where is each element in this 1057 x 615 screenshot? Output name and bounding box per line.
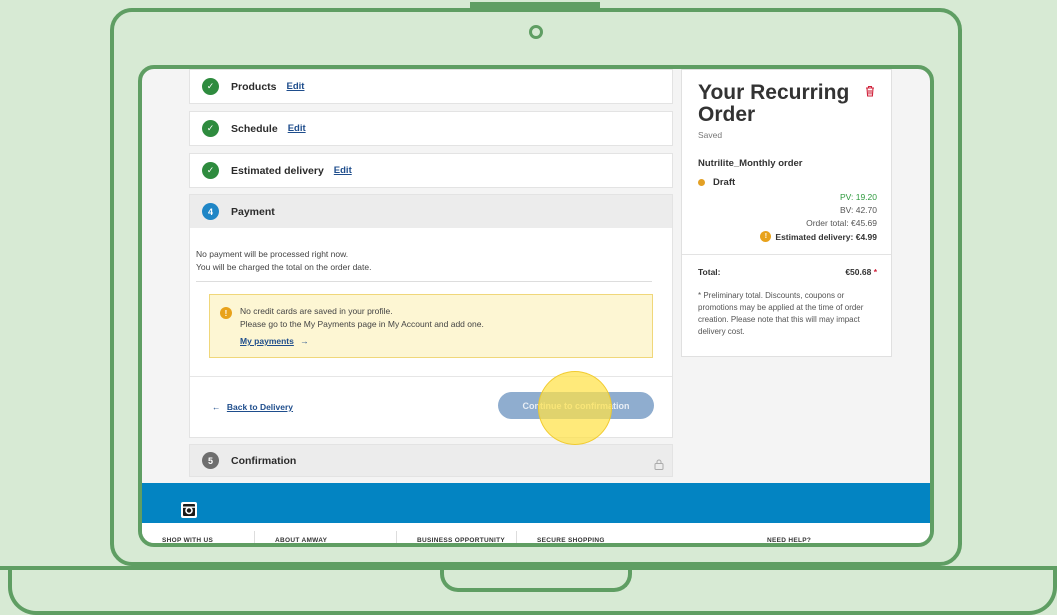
step-title: Estimated delivery	[231, 164, 324, 177]
back-to-delivery-label: Back to Delivery	[226, 402, 294, 412]
webcam-icon	[529, 25, 543, 39]
warning-icon: !	[760, 231, 772, 242]
divider	[190, 376, 672, 377]
preliminary-total-note: * Preliminary total. Discounts, coupons …	[698, 291, 864, 336]
total-asterisk: *	[873, 267, 877, 277]
step-number-badge: 5	[202, 452, 219, 469]
tap-highlight	[538, 371, 612, 445]
divider	[682, 254, 891, 255]
check-icon: ✓	[202, 120, 219, 137]
check-icon: ✓	[202, 78, 219, 95]
status-dot-icon	[698, 179, 705, 186]
divider	[516, 531, 517, 543]
step-estimated-delivery: ✓ Estimated delivery Edit	[189, 153, 673, 188]
footer-link-shop[interactable]: SHOP WITH US	[162, 537, 213, 543]
order-summary-card: Your Recurring Order Saved Nutrilite_Mon…	[681, 69, 892, 357]
payment-info-line: No payment will be processed right now.	[196, 249, 349, 259]
step-payment: 4 Payment	[189, 194, 673, 229]
no-cards-warning: ! No credit cards are saved in your prof…	[209, 294, 653, 358]
estimated-delivery-value: Estimated delivery: €4.99	[775, 231, 877, 242]
footer-link-secure[interactable]: SECURE SHOPPING	[537, 537, 605, 543]
step-number-badge: 4	[202, 203, 219, 220]
instagram-icon[interactable]	[180, 501, 198, 524]
arrow-left-icon: ←	[212, 402, 221, 412]
summary-title: Your Recurring Order	[698, 81, 850, 126]
divider	[196, 281, 652, 282]
step-confirmation: 5 Confirmation	[189, 444, 673, 477]
laptop-lid-notch	[470, 2, 600, 8]
status-label: Draft	[713, 177, 736, 188]
arrow-right-icon: →	[300, 336, 309, 346]
footer-link-business[interactable]: BUSINESS OPPORTUNITY	[417, 537, 505, 543]
lock-icon	[654, 457, 664, 475]
checkout-page: ✓ Products Edit ✓ Schedule Edit ✓ Estima…	[142, 69, 930, 543]
total-amount: €50.68	[845, 267, 872, 277]
footer-links: SHOP WITH US ABOUT AMWAY BUSINESS OPPORT…	[142, 523, 930, 543]
step-title: Products	[231, 80, 277, 93]
trash-icon[interactable]	[865, 84, 875, 102]
step-products: ✓ Products Edit	[189, 69, 673, 104]
edit-delivery-link[interactable]: Edit	[334, 165, 352, 176]
pv-value: PV: 19.20	[839, 192, 877, 202]
check-icon: ✓	[202, 162, 219, 179]
payment-info: No payment will be processed right now. …	[196, 248, 371, 274]
my-payments-link[interactable]: My payments →	[240, 336, 309, 346]
warning-icon: !	[220, 307, 232, 319]
my-payments-label: My payments	[240, 336, 294, 346]
status-badge: Draft	[698, 177, 735, 188]
payment-info-line: You will be charged the total on the ord…	[196, 262, 372, 272]
step-schedule: ✓ Schedule Edit	[189, 111, 673, 146]
divider	[396, 531, 397, 543]
step-title: Confirmation	[231, 454, 297, 467]
order-total: Order total: €45.69	[806, 218, 877, 228]
total-value: €50.68 *	[845, 267, 877, 277]
bv-value: BV: 42.70	[839, 205, 877, 215]
edit-schedule-link[interactable]: Edit	[288, 123, 306, 134]
divider	[254, 531, 255, 543]
laptop-screen: ✓ Products Edit ✓ Schedule Edit ✓ Estima…	[138, 65, 934, 547]
warning-line: No credit cards are saved in your profil…	[240, 306, 393, 316]
warning-text: No credit cards are saved in your profil…	[240, 305, 484, 331]
total-label: Total:	[698, 267, 721, 277]
footer-link-about[interactable]: ABOUT AMWAY	[275, 537, 327, 543]
order-name: Nutrilite_Monthly order	[698, 158, 803, 169]
footer-link-help[interactable]: NEED HELP?	[767, 537, 811, 543]
step-title: Schedule	[231, 122, 278, 135]
footer-social-bar	[142, 483, 930, 523]
saved-label: Saved	[698, 130, 723, 140]
estimated-delivery: ! Estimated delivery: €4.99	[760, 231, 877, 242]
edit-products-link[interactable]: Edit	[287, 81, 305, 92]
laptop-touchpad-notch	[440, 568, 632, 592]
step-title: Payment	[231, 205, 275, 218]
warning-line: Please go to the My Payments page in My …	[240, 319, 484, 329]
back-to-delivery-link[interactable]: ← Back to Delivery	[212, 402, 293, 412]
